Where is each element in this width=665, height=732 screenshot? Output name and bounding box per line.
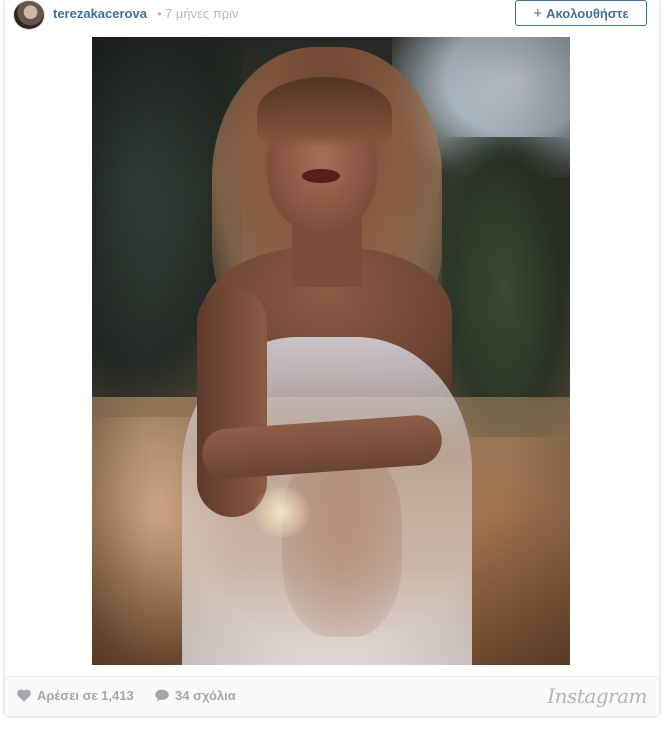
post-footer: Αρέσει σε 1,413 34 σχόλια Instagram: [5, 676, 659, 716]
follow-label: Ακολουθήστε: [546, 5, 629, 21]
likes-label: Αρέσει σε 1,413: [37, 688, 134, 703]
instagram-embed-card: terezakacerova • 7 μήνες πριν + Ακολουθή…: [4, 0, 660, 716]
comments-link[interactable]: 34 σχόλια: [155, 688, 236, 703]
separator-dot: •: [157, 6, 162, 21]
likes-link[interactable]: Αρέσει σε 1,413: [17, 688, 134, 703]
plus-icon: +: [533, 4, 543, 22]
photo-vignette: [92, 37, 570, 665]
post-header: terezakacerova • 7 μήνες πριν + Ακολουθή…: [5, 0, 659, 32]
username-link[interactable]: terezakacerova: [53, 6, 147, 21]
comment-bubble-icon: [155, 689, 169, 702]
user-avatar[interactable]: [13, 0, 45, 30]
follow-button[interactable]: + Ακολουθήστε: [515, 0, 647, 26]
post-photo[interactable]: [92, 37, 570, 665]
instagram-logo[interactable]: Instagram: [547, 684, 647, 708]
heart-icon: [17, 689, 31, 702]
post-timestamp[interactable]: 7 μήνες πριν: [165, 6, 239, 21]
comments-label: 34 σχόλια: [175, 688, 236, 703]
